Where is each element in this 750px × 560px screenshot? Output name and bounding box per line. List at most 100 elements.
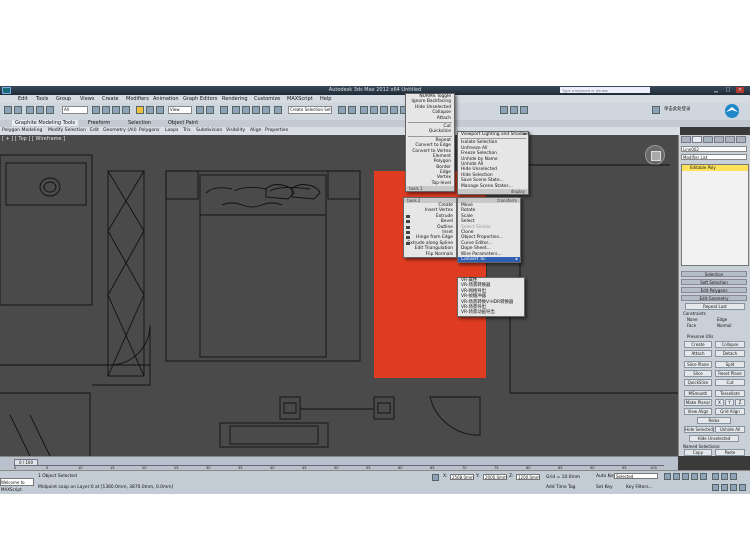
- ribbon-edit[interactable]: Edit: [90, 128, 99, 133]
- mirror-icon[interactable]: [338, 106, 346, 114]
- prev-frame-icon[interactable]: [673, 473, 680, 480]
- select-object-icon[interactable]: [92, 106, 100, 114]
- maximize-icon[interactable]: □: [724, 87, 732, 93]
- next-frame-icon[interactable]: [691, 473, 698, 480]
- edit-named-selection-icon[interactable]: [274, 106, 282, 114]
- planar-x-button[interactable]: X: [715, 399, 724, 406]
- rollout-soft-selection[interactable]: Soft Selection: [681, 279, 747, 285]
- submenu-item[interactable]: VR-场景动画导出: [458, 310, 524, 315]
- relax-button[interactable]: Relax: [697, 417, 731, 424]
- ribbon-align[interactable]: Align: [250, 128, 262, 133]
- menu-item-top-level[interactable]: Top-level: [406, 181, 454, 186]
- stack-item-editable-poly[interactable]: Editable Poly: [682, 165, 748, 171]
- hide-selected-button[interactable]: Hide Selected: [684, 426, 714, 433]
- ribbon-properties[interactable]: Properties: [265, 128, 288, 133]
- detach-button[interactable]: Detach: [715, 350, 745, 357]
- snaps-toggle-icon[interactable]: [232, 106, 240, 114]
- user-icon[interactable]: [652, 106, 660, 114]
- schematic-view-icon[interactable]: [390, 106, 398, 114]
- menu-item-viewport-lighting[interactable]: Viewport Lighting and Shadows ▸: [458, 132, 530, 137]
- constraint-none-radio[interactable]: None: [687, 317, 697, 322]
- hierarchy-tab-icon[interactable]: [703, 136, 713, 143]
- pan-icon[interactable]: [721, 484, 728, 491]
- angle-snap-icon[interactable]: [242, 106, 250, 114]
- menu-views[interactable]: Views: [80, 96, 94, 102]
- object-name-field[interactable]: Line002: [681, 146, 747, 152]
- settings-icon[interactable]: [406, 236, 410, 240]
- graphite-toggle-icon[interactable]: [370, 106, 378, 114]
- y-coordinate-field[interactable]: 2000.0mm: [483, 474, 507, 480]
- menu-item-convert-to[interactable]: Convert To: ▸: [458, 256, 520, 263]
- slice-plane-button[interactable]: Slice Plane: [684, 361, 712, 368]
- copy-button[interactable]: Copy: [684, 449, 712, 456]
- zoom-all-icon[interactable]: [721, 473, 728, 480]
- ribbon-polygons[interactable]: Polygons: [139, 128, 159, 133]
- lock-selection-icon[interactable]: [432, 474, 439, 481]
- menu-modifiers[interactable]: Modifiers: [126, 96, 149, 102]
- goto-start-icon[interactable]: [664, 473, 671, 480]
- menu-customize[interactable]: Customize: [254, 96, 280, 102]
- close-icon[interactable]: ✕: [736, 87, 744, 93]
- goto-end-icon[interactable]: [700, 473, 707, 480]
- settings-icon[interactable]: [406, 241, 410, 245]
- menu-graph-editors[interactable]: Graph Editors: [183, 96, 217, 102]
- percent-snap-icon[interactable]: [252, 106, 260, 114]
- ribbon-polygon-modeling[interactable]: Polygon Modeling: [2, 128, 42, 133]
- auto-key-button[interactable]: Auto Key: [596, 474, 616, 479]
- orbit-icon[interactable]: [730, 484, 737, 491]
- menu-item-flip-normals[interactable]: Flip Normals: [404, 252, 456, 257]
- select-manipulate-icon[interactable]: [206, 106, 214, 114]
- quickslice-button[interactable]: QuickSlice: [684, 379, 712, 386]
- ribbon-geometry-all[interactable]: Geometry (All): [103, 128, 137, 133]
- login-link[interactable]: 单击此处登录: [664, 106, 690, 112]
- bind-space-warp-icon[interactable]: [46, 106, 54, 114]
- tab-object-paint[interactable]: Object Paint: [168, 120, 198, 126]
- create-button[interactable]: Create: [684, 341, 712, 348]
- maximize-viewport-icon[interactable]: [739, 484, 746, 491]
- render-production-icon[interactable]: [520, 106, 528, 114]
- unhide-all-button[interactable]: Unhide All: [715, 426, 745, 433]
- top-viewport[interactable]: [ + ] [ Top ] [ Wireframe ]: [0, 135, 678, 456]
- tab-graphite-modeling-tools[interactable]: Graphite Modeling Tools: [12, 120, 79, 126]
- rect-selection-icon[interactable]: [112, 106, 120, 114]
- unlink-icon[interactable]: [36, 106, 44, 114]
- modifier-stack[interactable]: Editable Poly: [681, 164, 749, 266]
- planar-z-button[interactable]: Z: [735, 399, 745, 406]
- redo-icon[interactable]: [14, 106, 22, 114]
- link-icon[interactable]: [26, 106, 34, 114]
- utilities-tab-icon[interactable]: [736, 136, 746, 143]
- spinner-snap-icon[interactable]: [262, 106, 270, 114]
- layer-manager-icon[interactable]: [360, 106, 368, 114]
- msmooth-button[interactable]: MSmooth: [684, 390, 712, 397]
- tessellate-button[interactable]: Tessellate: [715, 390, 745, 397]
- reference-coordinate-dropdown[interactable]: View: [168, 106, 192, 114]
- help-search-input[interactable]: [560, 87, 650, 93]
- paste-button[interactable]: Paste: [715, 449, 745, 456]
- menu-group[interactable]: Group: [56, 96, 71, 102]
- constraint-normal-radio[interactable]: Normal: [717, 323, 731, 328]
- settings-icon[interactable]: [406, 220, 410, 224]
- planar-y-button[interactable]: Y: [725, 399, 734, 406]
- minimize-icon[interactable]: ▁: [712, 87, 720, 93]
- menu-create[interactable]: Create: [102, 96, 119, 102]
- split-checkbox[interactable]: Split: [715, 361, 745, 368]
- reset-plane-button[interactable]: Reset Plane: [715, 370, 745, 377]
- select-scale-icon[interactable]: [156, 106, 164, 114]
- modifier-list-dropdown[interactable]: Modifier List: [681, 154, 747, 160]
- preserve-uvs-checkbox[interactable]: Preserve UVs: [687, 334, 713, 339]
- settings-icon[interactable]: [406, 214, 410, 218]
- field-of-view-icon[interactable]: [712, 484, 719, 491]
- ribbon-loops[interactable]: Loops: [165, 128, 178, 133]
- key-filters-button[interactable]: Key Filters...: [626, 485, 653, 490]
- ribbon-tris[interactable]: Tris: [183, 128, 191, 133]
- pivot-center-icon[interactable]: [196, 106, 204, 114]
- menu-edit[interactable]: Edit: [18, 96, 28, 102]
- repeat-last-button[interactable]: Repeat Last: [685, 303, 745, 310]
- align-icon[interactable]: [348, 106, 356, 114]
- make-planar-button[interactable]: Make Planar: [684, 399, 712, 406]
- zoom-extents-icon[interactable]: [730, 473, 737, 480]
- tab-freeform[interactable]: Freeform: [88, 120, 110, 126]
- zoom-icon[interactable]: [712, 473, 719, 480]
- collapse-button[interactable]: Collapse: [715, 341, 745, 348]
- menu-item-manage-scene-states[interactable]: Manage Scene States...: [458, 184, 528, 189]
